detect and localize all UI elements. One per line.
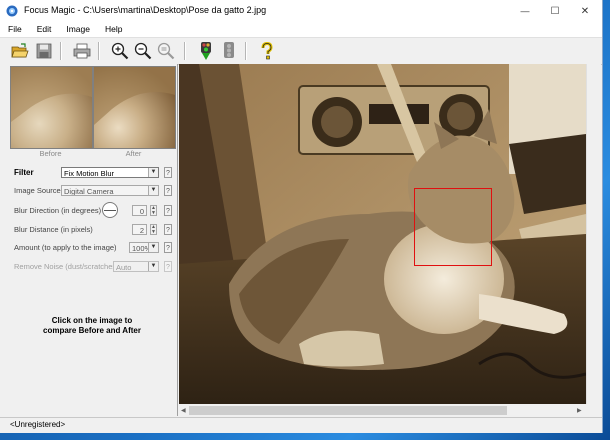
blur-direction-input[interactable]: 0 <box>132 205 147 216</box>
title-bar[interactable]: Focus Magic - C:\Users\martina\Desktop\P… <box>0 0 602 22</box>
amount-select[interactable]: 100% ▼ <box>129 242 159 253</box>
blur-direction-help-button[interactable]: ? <box>164 205 172 216</box>
amount-help-button[interactable]: ? <box>164 242 172 253</box>
blur-direction-value: 0 <box>139 207 144 216</box>
open-folder-icon <box>11 43 29 58</box>
window-title: Focus Magic - C:\Users\martina\Desktop\P… <box>24 5 267 15</box>
traffic-light-green-icon <box>201 42 211 60</box>
blur-direction-spinner[interactable]: ▲ ▼ <box>150 205 157 216</box>
chevron-down-icon: ▼ <box>148 262 158 271</box>
toolbar-separator <box>98 42 100 60</box>
before-preview-image <box>11 67 92 148</box>
image-source-value: Digital Camera <box>64 187 114 196</box>
blur-distance-value: 2 <box>139 226 144 235</box>
instruction-line-2: compare Before and After <box>43 326 141 335</box>
remove-noise-label: Remove Noise (dust/scratches) <box>14 262 119 271</box>
selection-rectangle[interactable] <box>414 188 492 266</box>
toolbar-separator <box>184 42 186 60</box>
maximize-button[interactable]: ☐ <box>540 0 570 22</box>
focus-magic-window: Focus Magic - C:\Users\martina\Desktop\P… <box>0 0 603 433</box>
maximize-icon: ☐ <box>550 5 560 17</box>
app-icon <box>6 5 18 17</box>
after-label: After <box>125 149 142 158</box>
instruction-line-1: Click on the image to <box>51 316 133 325</box>
remove-noise-select[interactable]: Auto ▼ <box>113 261 159 272</box>
blur-distance-input[interactable]: 2 <box>132 224 147 235</box>
menu-bar: File Edit Image Help <box>0 22 602 37</box>
settings-panel: Before After Filter Fix Motion Blur ▼ ? … <box>0 64 178 416</box>
filter-help-button[interactable]: ? <box>164 167 172 178</box>
stop-button[interactable] <box>219 41 239 61</box>
horizontal-scrollbar[interactable]: ◀ ▶ <box>179 404 586 417</box>
filter-value: Fix Motion Blur <box>64 169 115 178</box>
image-source-help-button[interactable]: ? <box>164 185 172 196</box>
zoom-out-icon <box>134 42 152 60</box>
after-preview[interactable] <box>93 66 176 149</box>
blur-distance-spinner[interactable]: ▲ ▼ <box>150 224 157 235</box>
image-canvas[interactable] <box>179 64 586 404</box>
image-source-label: Image Source <box>14 186 61 195</box>
remove-noise-value: Auto <box>116 263 132 272</box>
status-bar: <Unregistered> <box>0 417 602 433</box>
print-button[interactable] <box>72 41 92 61</box>
zoom-fit-button[interactable] <box>156 41 176 61</box>
menu-help[interactable]: Help <box>97 22 129 37</box>
horizontal-scroll-thumb[interactable] <box>189 406 507 415</box>
blur-distance-label: Blur Distance (in pixels) <box>14 225 93 234</box>
run-button[interactable] <box>196 41 216 61</box>
chevron-down-icon: ▼ <box>148 243 158 252</box>
cat-photo <box>179 64 586 404</box>
help-question-icon <box>261 42 273 60</box>
menu-edit[interactable]: Edit <box>29 22 59 37</box>
printer-icon <box>73 43 91 59</box>
menu-file[interactable]: File <box>0 22 29 37</box>
vertical-scrollbar[interactable] <box>586 64 601 404</box>
remove-noise-help-button[interactable]: ? <box>164 261 172 272</box>
toolbar-separator <box>60 42 62 60</box>
zoom-in-button[interactable] <box>110 41 130 61</box>
before-label: Before <box>39 149 62 158</box>
save-button[interactable] <box>34 41 54 61</box>
filter-select[interactable]: Fix Motion Blur ▼ <box>61 167 159 178</box>
zoom-out-button[interactable] <box>133 41 153 61</box>
chevron-down-icon: ▼ <box>148 186 158 195</box>
toolbar-separator <box>245 42 247 60</box>
instruction-text: Click on the image to compare Before and… <box>10 316 174 336</box>
scroll-left-icon[interactable]: ◀ <box>181 407 186 414</box>
zoom-in-icon <box>111 42 129 60</box>
help-button[interactable] <box>257 41 277 61</box>
filter-label: Filter <box>14 168 34 177</box>
close-button[interactable]: ✕ <box>570 0 600 22</box>
blur-direction-label: Blur Direction (in degrees) <box>14 206 102 215</box>
traffic-light-gray-icon <box>224 42 234 58</box>
image-source-select[interactable]: Digital Camera ▼ <box>61 185 159 196</box>
menu-image[interactable]: Image <box>58 22 97 37</box>
before-preview[interactable] <box>10 66 93 149</box>
open-button[interactable] <box>10 41 30 61</box>
scrollbar-corner <box>586 404 600 417</box>
minimize-button[interactable]: — <box>510 0 540 22</box>
save-disk-icon <box>36 43 52 59</box>
scroll-right-icon[interactable]: ▶ <box>577 407 582 414</box>
blur-direction-dial[interactable] <box>102 202 118 218</box>
chevron-down-icon: ▼ <box>148 168 158 177</box>
close-icon: ✕ <box>580 5 590 17</box>
status-text: <Unregistered> <box>10 420 66 429</box>
toolbar <box>0 37 602 65</box>
blur-distance-help-button[interactable]: ? <box>164 224 172 235</box>
amount-label: Amount (to apply to the image) <box>14 243 117 252</box>
minimize-icon: — <box>520 6 530 16</box>
after-preview-image <box>94 67 175 148</box>
zoom-fit-icon <box>157 42 175 60</box>
